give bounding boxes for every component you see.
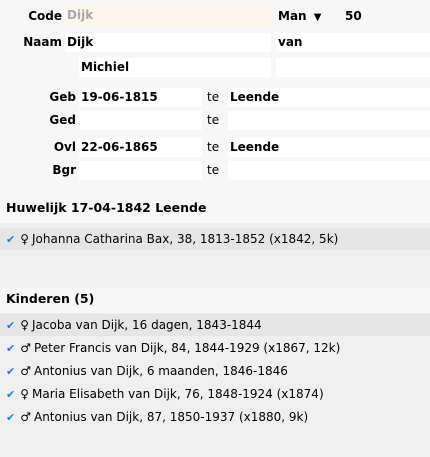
- children-title: Kinderen (5): [6, 291, 95, 306]
- female-icon: ♀: [20, 318, 30, 332]
- naam-label: Naam: [23, 35, 62, 49]
- event-label-ged: Ged: [49, 113, 76, 127]
- list-item-label: Johanna Catharina Bax, 38, 1813-1852 (x1…: [32, 232, 339, 246]
- marriage-title: Huwelijk 17-04-1842 Leende: [6, 200, 207, 215]
- event-label-geb: Geb: [49, 90, 76, 104]
- checkmark-icon: ✔: [6, 233, 16, 246]
- event-date-geb[interactable]: 19-06-1815: [79, 88, 202, 107]
- surname-field[interactable]: Dijk: [65, 33, 271, 52]
- list-item-label: Antonius van Dijk, 6 maanden, 1846-1846: [33, 364, 288, 378]
- female-icon: ♀: [20, 232, 30, 246]
- chevron-down-icon: ▼: [313, 12, 322, 23]
- te-label: te: [207, 163, 220, 177]
- list-item[interactable]: ✔ ♂ Antonius van Dijk, 6 maanden, 1846-184…: [0, 360, 430, 382]
- list-item-label: Peter Francis van Dijk, 84, 1844-1929 (x…: [33, 341, 341, 355]
- list-item-label: Maria Elisabeth van Dijk, 76, 1848-1924 …: [32, 387, 324, 401]
- te-label: te: [207, 113, 220, 127]
- list-item[interactable]: ✔ ♀ Johanna Catharina Bax, 38, 1813-1852 (…: [0, 228, 430, 250]
- event-place-geb[interactable]: Leende: [228, 88, 430, 107]
- event-label-ovl: Ovl: [53, 140, 76, 154]
- te-label: te: [207, 140, 220, 154]
- prefix-field[interactable]: van: [276, 33, 430, 52]
- event-date-ovl[interactable]: 22-06-1865: [79, 138, 202, 157]
- list-item[interactable]: ✔ ♂ Antonius van Dijk, 87, 1850-1937 (x188…: [0, 406, 430, 428]
- age-value: 50: [345, 9, 362, 23]
- event-date-bgr[interactable]: [79, 161, 202, 180]
- children-list: ✔ ♀ Jacoba van Dijk, 16 dagen, 1843-1844 ✔…: [0, 313, 430, 457]
- male-icon: ♂: [20, 410, 31, 424]
- te-label: te: [207, 90, 220, 104]
- code-field[interactable]: Dijk: [65, 6, 271, 25]
- male-icon: ♂: [20, 364, 31, 378]
- event-place-bgr[interactable]: [228, 161, 430, 180]
- list-item-label: Antonius van Dijk, 87, 1850-1937 (x1880,…: [33, 410, 309, 424]
- list-item[interactable]: ✔ ♀ Maria Elisabeth van Dijk, 76, 1848-192…: [0, 383, 430, 405]
- female-icon: ♀: [20, 387, 30, 401]
- checkmark-icon: ✔: [6, 365, 16, 378]
- checkmark-icon: ✔: [6, 388, 16, 401]
- partner-list: ✔ ♀ Johanna Catharina Bax, 38, 1813-1852 (…: [0, 223, 430, 288]
- checkmark-icon: ✔: [6, 411, 16, 424]
- list-item[interactable]: ✔ ♀ Jacoba van Dijk, 16 dagen, 1843-1844: [0, 314, 430, 336]
- gender-select[interactable]: Man ▼: [278, 9, 321, 23]
- firstname-extra-field[interactable]: [276, 58, 430, 77]
- event-label-bgr: Bgr: [52, 163, 76, 177]
- checkmark-icon: ✔: [6, 319, 16, 332]
- list-item[interactable]: ✔ ♂ Peter Francis van Dijk, 84, 1844-1929 …: [0, 337, 430, 359]
- event-place-ged[interactable]: [228, 111, 430, 130]
- gender-value: Man: [278, 9, 307, 23]
- event-place-ovl[interactable]: Leende: [228, 138, 430, 157]
- checkmark-icon: ✔: [6, 342, 16, 355]
- list-item-label: Jacoba van Dijk, 16 dagen, 1843-1844: [32, 318, 262, 332]
- code-label: Code: [28, 9, 62, 23]
- firstname-field[interactable]: Michiel: [79, 58, 271, 77]
- male-icon: ♂: [20, 341, 31, 355]
- event-date-ged[interactable]: [79, 111, 202, 130]
